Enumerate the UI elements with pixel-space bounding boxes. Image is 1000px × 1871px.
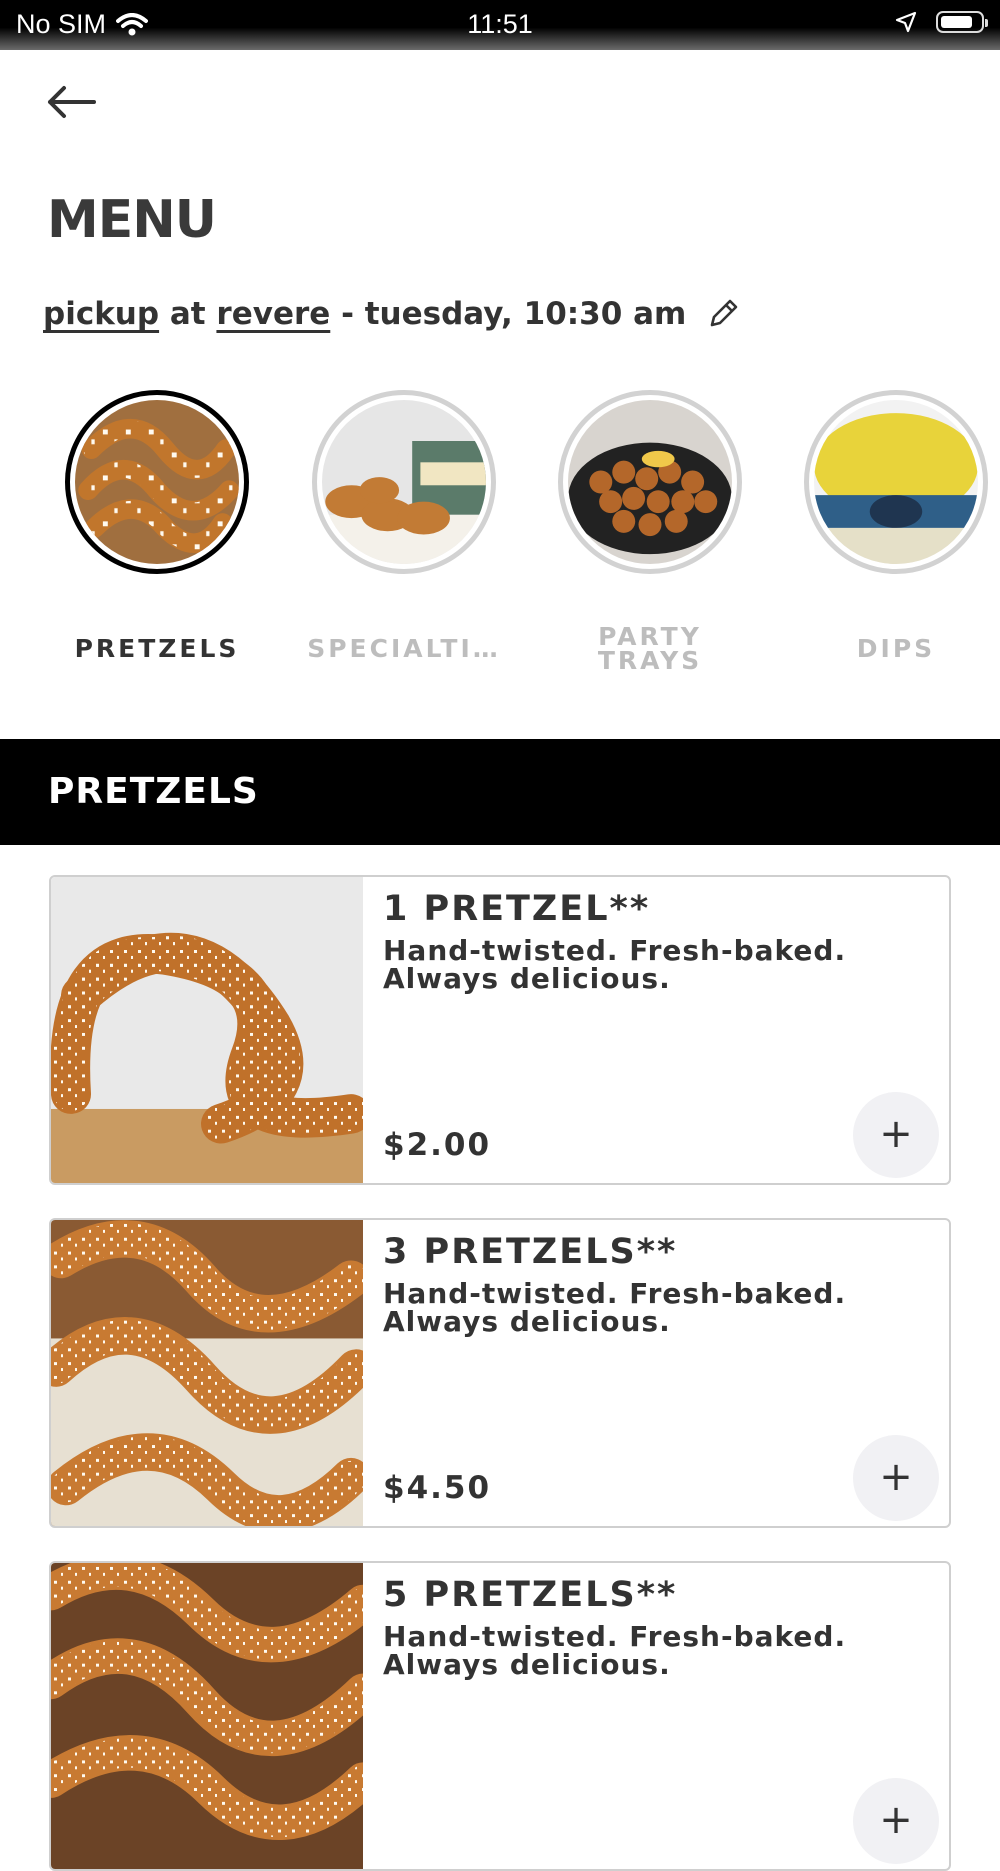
item-name: 3 PRETZELS** — [383, 1232, 678, 1272]
item-price: $2.00 — [383, 1127, 492, 1163]
pretzels-category-image — [75, 400, 239, 564]
category-image-ring — [804, 390, 988, 574]
add-to-cart-button[interactable]: + — [853, 1435, 939, 1521]
item-name: 5 PRETZELS** — [383, 1575, 678, 1615]
category-image-ring — [65, 390, 249, 574]
category-specialties[interactable]: SPECIALTI… — [304, 390, 504, 674]
connector-text: at — [169, 296, 206, 332]
section-header: PRETZELS — [0, 739, 1000, 845]
edit-order-button[interactable] — [706, 297, 740, 331]
category-image-ring — [312, 390, 496, 574]
category-label: PARTY TRAYS — [597, 622, 703, 675]
battery-icon — [936, 11, 988, 33]
item-description: Hand-twisted. Fresh-baked. Always delici… — [383, 1277, 847, 1338]
item-price: $4.50 — [383, 1470, 492, 1506]
dips-category-image — [814, 400, 978, 564]
category-dips[interactable]: DIPS — [796, 390, 996, 674]
menu-item-card[interactable]: 3 PRETZELS** Hand-twisted. Fresh-baked. … — [49, 1218, 951, 1528]
schedule-value: - tuesday, 10:30 am — [341, 296, 687, 332]
location-link[interactable]: revere — [216, 296, 330, 332]
pretzel-photo — [51, 1220, 363, 1526]
order-info: pickup at revere - tuesday, 10:30 am — [43, 296, 740, 332]
menu-item-card[interactable]: 1 PRETZEL** Hand-twisted. Fresh-baked. A… — [49, 875, 951, 1185]
plus-icon: + — [879, 1797, 913, 1843]
pretzel-photo — [51, 1563, 363, 1869]
pretzel-photo — [51, 877, 363, 1183]
add-to-cart-button[interactable]: + — [853, 1092, 939, 1178]
order-connector: at — [159, 296, 216, 332]
section-title: PRETZELS — [48, 771, 259, 812]
specialties-category-image — [322, 400, 486, 564]
category-image-ring — [558, 390, 742, 574]
item-description: Hand-twisted. Fresh-baked. Always delici… — [383, 1620, 847, 1681]
category-label: DIPS — [856, 634, 936, 663]
category-pretzels[interactable]: PRETZELS — [57, 390, 257, 674]
menu-item-card[interactable]: 5 PRETZELS** Hand-twisted. Fresh-baked. … — [49, 1561, 951, 1871]
arrow-left-icon — [48, 86, 96, 118]
item-description: Hand-twisted. Fresh-baked. Always delici… — [383, 934, 847, 995]
add-to-cart-button[interactable]: + — [853, 1778, 939, 1864]
party-trays-category-image — [568, 400, 732, 564]
status-right — [894, 10, 988, 34]
page-title: MENU — [47, 190, 217, 250]
status-bar: No SIM 11:51 — [0, 0, 1000, 50]
category-label: SPECIALTI… — [307, 634, 501, 663]
battery-level — [941, 16, 973, 28]
plus-icon: + — [879, 1111, 913, 1157]
plus-icon: + — [879, 1454, 913, 1500]
item-name: 1 PRETZEL** — [383, 889, 651, 929]
back-button[interactable] — [44, 80, 100, 124]
category-party-trays[interactable]: PARTY TRAYS — [550, 390, 750, 674]
category-label: PRETZELS — [74, 634, 240, 663]
status-time: 11:51 — [467, 9, 533, 39]
schedule-text: - tuesday, 10:30 am — [330, 296, 686, 332]
location-arrow-icon — [895, 11, 917, 33]
pickup-mode-link[interactable]: pickup — [43, 296, 159, 332]
pencil-icon — [711, 299, 738, 327]
